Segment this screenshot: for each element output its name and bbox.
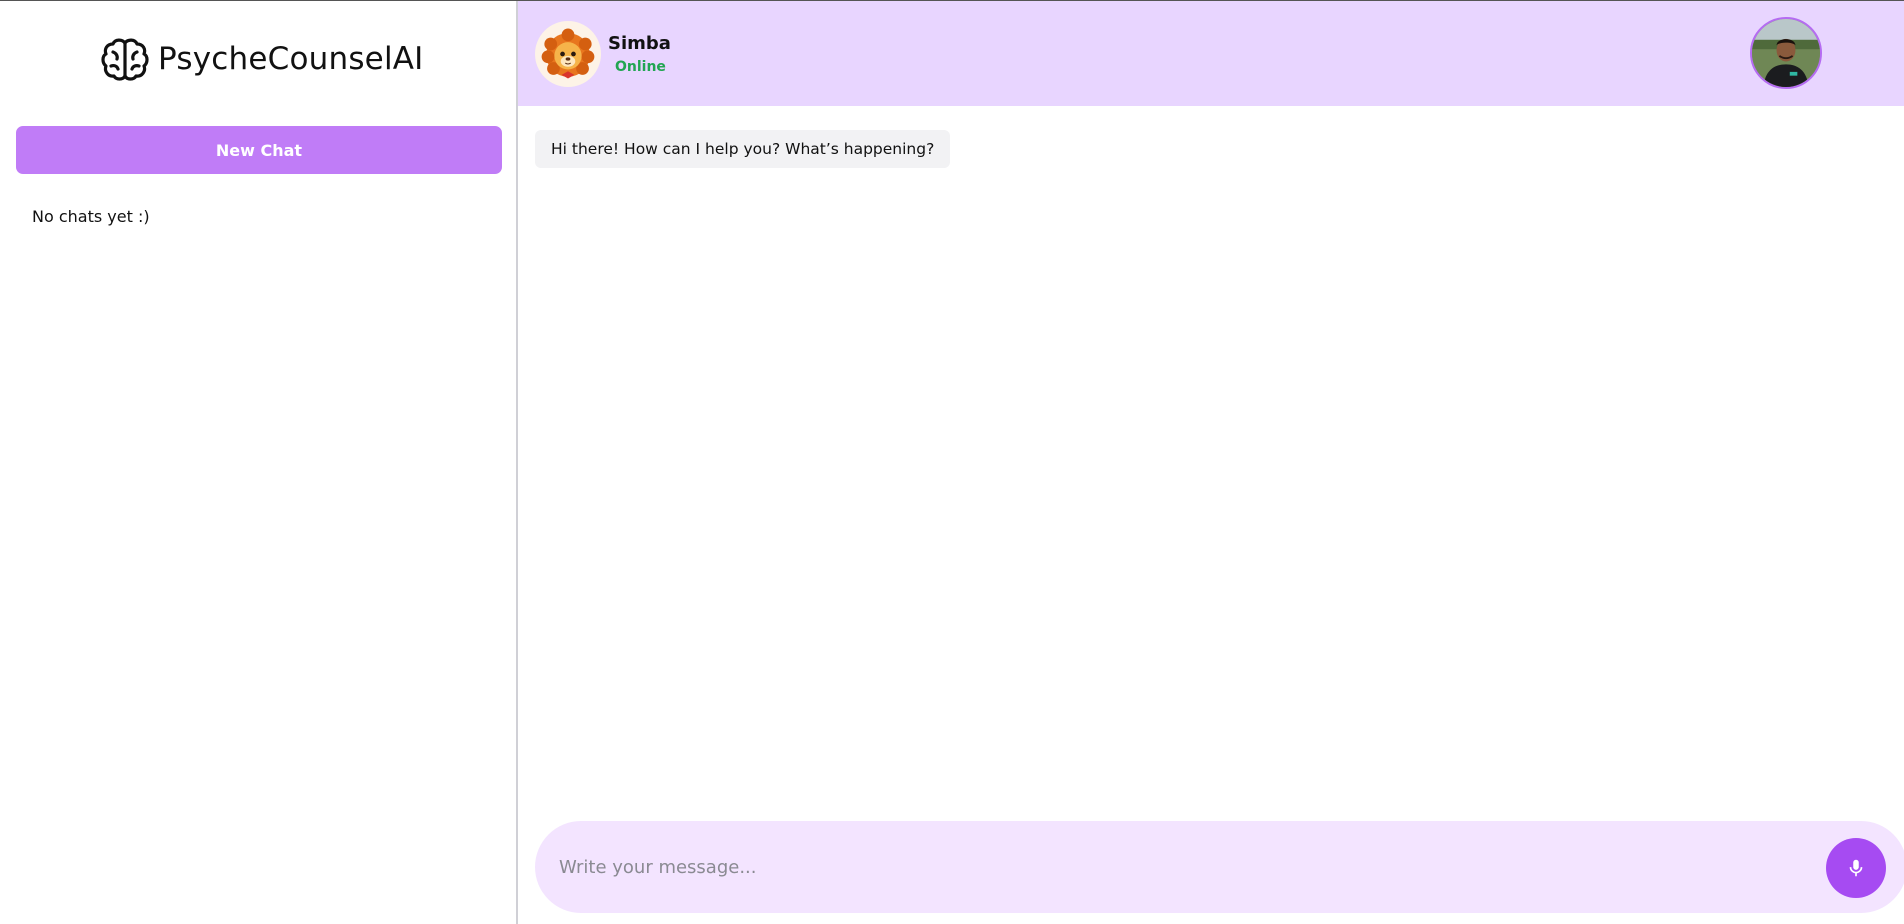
empty-chats-text: No chats yet :) [32,207,150,226]
chat-header: Simba Online [518,1,1904,106]
lion-avatar-icon [541,28,595,79]
brand-logo: PsycheCounselAI [100,37,424,81]
user-photo-avatar[interactable] [1750,17,1822,89]
user-photo-icon [1752,19,1820,87]
brain-icon [101,38,149,81]
lion-avatar [535,21,601,87]
new-chat-button[interactable]: New Chat [16,126,502,174]
message-input[interactable] [559,847,1759,887]
mic-button[interactable] [1826,838,1886,898]
sidebar: PsycheCounselAI New Chat No chats yet :) [0,1,518,924]
bot-name: Simba [608,33,671,54]
message-list: Hi there! How can I help you? What’s hap… [518,106,1904,834]
message-composer [535,821,1904,913]
chat-panel: Simba Online Hi there! How can I help yo… [518,1,1904,924]
bot-message-bubble: Hi there! How can I help you? What’s hap… [535,130,951,168]
bot-status: Online [615,59,666,75]
app-root: PsycheCounselAI New Chat No chats yet :) [0,0,1904,924]
microphone-icon [1849,859,1863,877]
brand-name: PsycheCounselAI [158,41,424,77]
